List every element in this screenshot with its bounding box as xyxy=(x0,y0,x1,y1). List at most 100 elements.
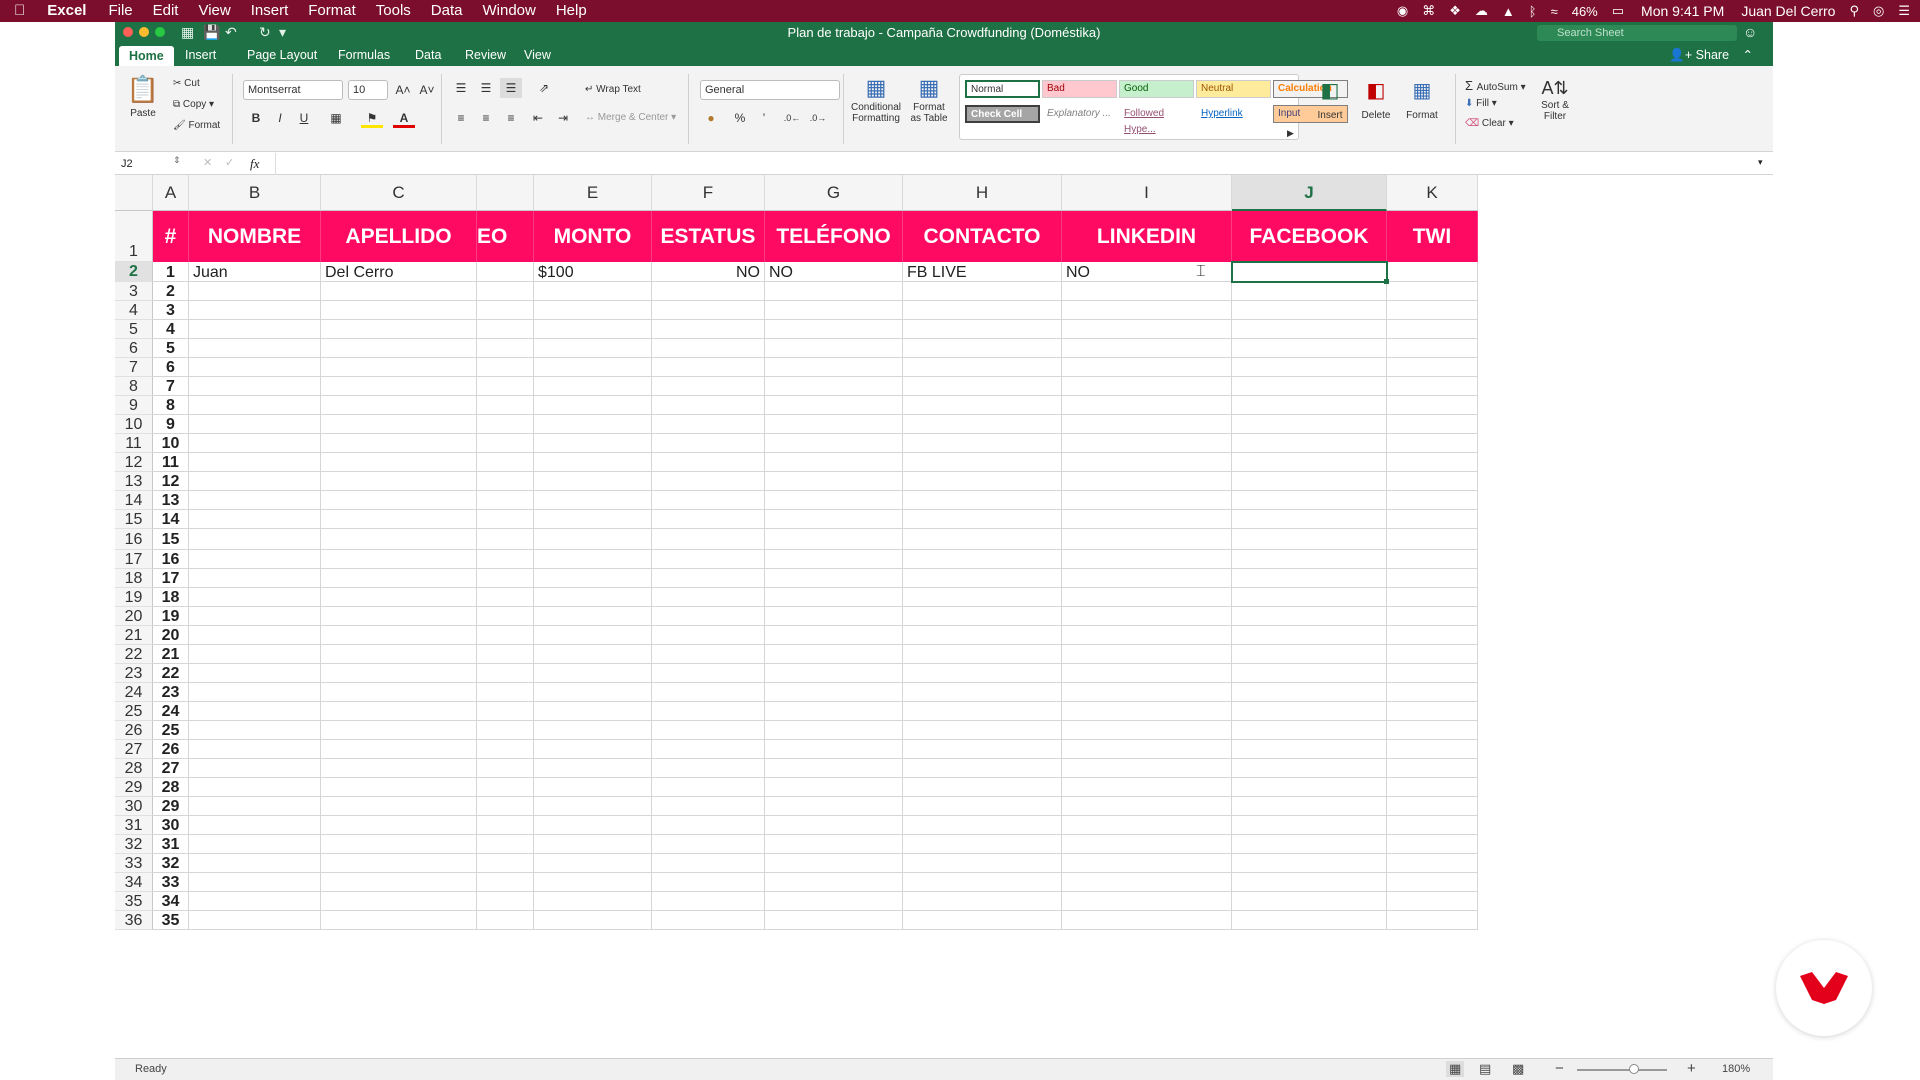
cell-d22[interactable] xyxy=(477,645,534,664)
cell-b28[interactable] xyxy=(189,759,321,778)
font-size-select[interactable]: 10 xyxy=(348,80,388,100)
cell-b18[interactable] xyxy=(189,569,321,588)
zoom-level[interactable]: 180% xyxy=(1722,1063,1750,1075)
cell-g19[interactable] xyxy=(765,588,903,607)
cell-i3[interactable] xyxy=(1062,282,1232,301)
row-header-6[interactable]: 6 xyxy=(115,339,153,358)
zoom-out-button[interactable]: − xyxy=(1555,1060,1564,1077)
cell-e20[interactable] xyxy=(534,607,652,626)
cell-j6[interactable] xyxy=(1232,339,1387,358)
cell-f12[interactable] xyxy=(652,453,765,472)
cell-h16[interactable] xyxy=(903,529,1062,550)
cell-j35[interactable] xyxy=(1232,892,1387,911)
cell-b10[interactable] xyxy=(189,415,321,434)
cell-h8[interactable] xyxy=(903,377,1062,396)
cell-k30[interactable] xyxy=(1387,797,1478,816)
style-explanatory[interactable]: Explanatory ... xyxy=(1042,105,1117,123)
cell-i26[interactable] xyxy=(1062,721,1232,740)
cell-k7[interactable] xyxy=(1387,358,1478,377)
cell-a27[interactable]: 26 xyxy=(153,740,189,759)
cell-c18[interactable] xyxy=(321,569,477,588)
bold-button[interactable]: B xyxy=(245,108,267,128)
cell-f36[interactable] xyxy=(652,911,765,930)
cell-c3[interactable] xyxy=(321,282,477,301)
cell-g24[interactable] xyxy=(765,683,903,702)
row-header-29[interactable]: 29 xyxy=(115,778,153,797)
cell-d17[interactable] xyxy=(477,550,534,569)
cell-e36[interactable] xyxy=(534,911,652,930)
cell-j18[interactable] xyxy=(1232,569,1387,588)
row-header-30[interactable]: 30 xyxy=(115,797,153,816)
cell-g2[interactable]: NO xyxy=(765,262,903,282)
cell-b5[interactable] xyxy=(189,320,321,339)
cell-a11[interactable]: 10 xyxy=(153,434,189,453)
cell-b3[interactable] xyxy=(189,282,321,301)
fill-color-icon[interactable]: ⚑ xyxy=(361,108,383,128)
cell-e18[interactable] xyxy=(534,569,652,588)
zoom-slider-thumb[interactable] xyxy=(1629,1064,1639,1074)
cell-i30[interactable] xyxy=(1062,797,1232,816)
decrease-decimal-icon[interactable]: .0→ xyxy=(807,108,829,128)
cell-j3[interactable] xyxy=(1232,282,1387,301)
cell-b30[interactable] xyxy=(189,797,321,816)
cell-a8[interactable]: 7 xyxy=(153,377,189,396)
cell-d27[interactable] xyxy=(477,740,534,759)
cell-f10[interactable] xyxy=(652,415,765,434)
cell-f25[interactable] xyxy=(652,702,765,721)
row-header-12[interactable]: 12 xyxy=(115,453,153,472)
cell-b14[interactable] xyxy=(189,491,321,510)
cell-g14[interactable] xyxy=(765,491,903,510)
style-bad[interactable]: Bad xyxy=(1042,80,1117,98)
row-header-14[interactable]: 14 xyxy=(115,491,153,510)
decrease-font-icon[interactable]: A˅ xyxy=(416,80,438,100)
cell-a36[interactable]: 35 xyxy=(153,911,189,930)
cell-k2[interactable] xyxy=(1387,262,1478,282)
cell-a18[interactable]: 17 xyxy=(153,569,189,588)
cell-g22[interactable] xyxy=(765,645,903,664)
sort-filter-button[interactable]: A⇅ Sort & Filter xyxy=(1533,76,1577,122)
cell-i14[interactable] xyxy=(1062,491,1232,510)
share-button[interactable]: 👤+ Share ⌃ xyxy=(1669,44,1753,66)
cell-f7[interactable] xyxy=(652,358,765,377)
cell-f11[interactable] xyxy=(652,434,765,453)
wifi-icon[interactable]: ≈ xyxy=(1544,4,1565,19)
normal-view-icon[interactable]: ▦ xyxy=(1446,1061,1465,1077)
cell-c8[interactable] xyxy=(321,377,477,396)
cell-j9[interactable] xyxy=(1232,396,1387,415)
cell-h23[interactable] xyxy=(903,664,1062,683)
cell-c13[interactable] xyxy=(321,472,477,491)
enter-formula-icon[interactable]: ✓ xyxy=(225,156,234,169)
cell-g13[interactable] xyxy=(765,472,903,491)
cell-f31[interactable] xyxy=(652,816,765,835)
cell-k23[interactable] xyxy=(1387,664,1478,683)
column-header-a[interactable]: A xyxy=(153,175,189,211)
cell-a7[interactable]: 6 xyxy=(153,358,189,377)
cell-d24[interactable] xyxy=(477,683,534,702)
cell-g26[interactable] xyxy=(765,721,903,740)
cell-c5[interactable] xyxy=(321,320,477,339)
row-header-4[interactable]: 4 xyxy=(115,301,153,320)
cell-k31[interactable] xyxy=(1387,816,1478,835)
cell-c26[interactable] xyxy=(321,721,477,740)
cell-e34[interactable] xyxy=(534,873,652,892)
cell-i20[interactable] xyxy=(1062,607,1232,626)
cell-c33[interactable] xyxy=(321,854,477,873)
cell-h6[interactable] xyxy=(903,339,1062,358)
cell-h3[interactable] xyxy=(903,282,1062,301)
command-icon[interactable]: ⌘ xyxy=(1415,3,1442,19)
cell-j27[interactable] xyxy=(1232,740,1387,759)
search-sheet-input[interactable]: Search Sheet xyxy=(1537,25,1737,41)
cell-b25[interactable] xyxy=(189,702,321,721)
cell-i31[interactable] xyxy=(1062,816,1232,835)
row-header-18[interactable]: 18 xyxy=(115,569,153,588)
header-nombre[interactable]: NOMBRE xyxy=(189,211,321,262)
cell-e29[interactable] xyxy=(534,778,652,797)
header-apellido[interactable]: APELLIDO xyxy=(321,211,477,262)
row-header-17[interactable]: 17 xyxy=(115,550,153,569)
select-all-corner[interactable] xyxy=(115,175,153,211)
cell-d13[interactable] xyxy=(477,472,534,491)
cell-g6[interactable] xyxy=(765,339,903,358)
cell-b33[interactable] xyxy=(189,854,321,873)
cell-b4[interactable] xyxy=(189,301,321,320)
row-header-35[interactable]: 35 xyxy=(115,892,153,911)
